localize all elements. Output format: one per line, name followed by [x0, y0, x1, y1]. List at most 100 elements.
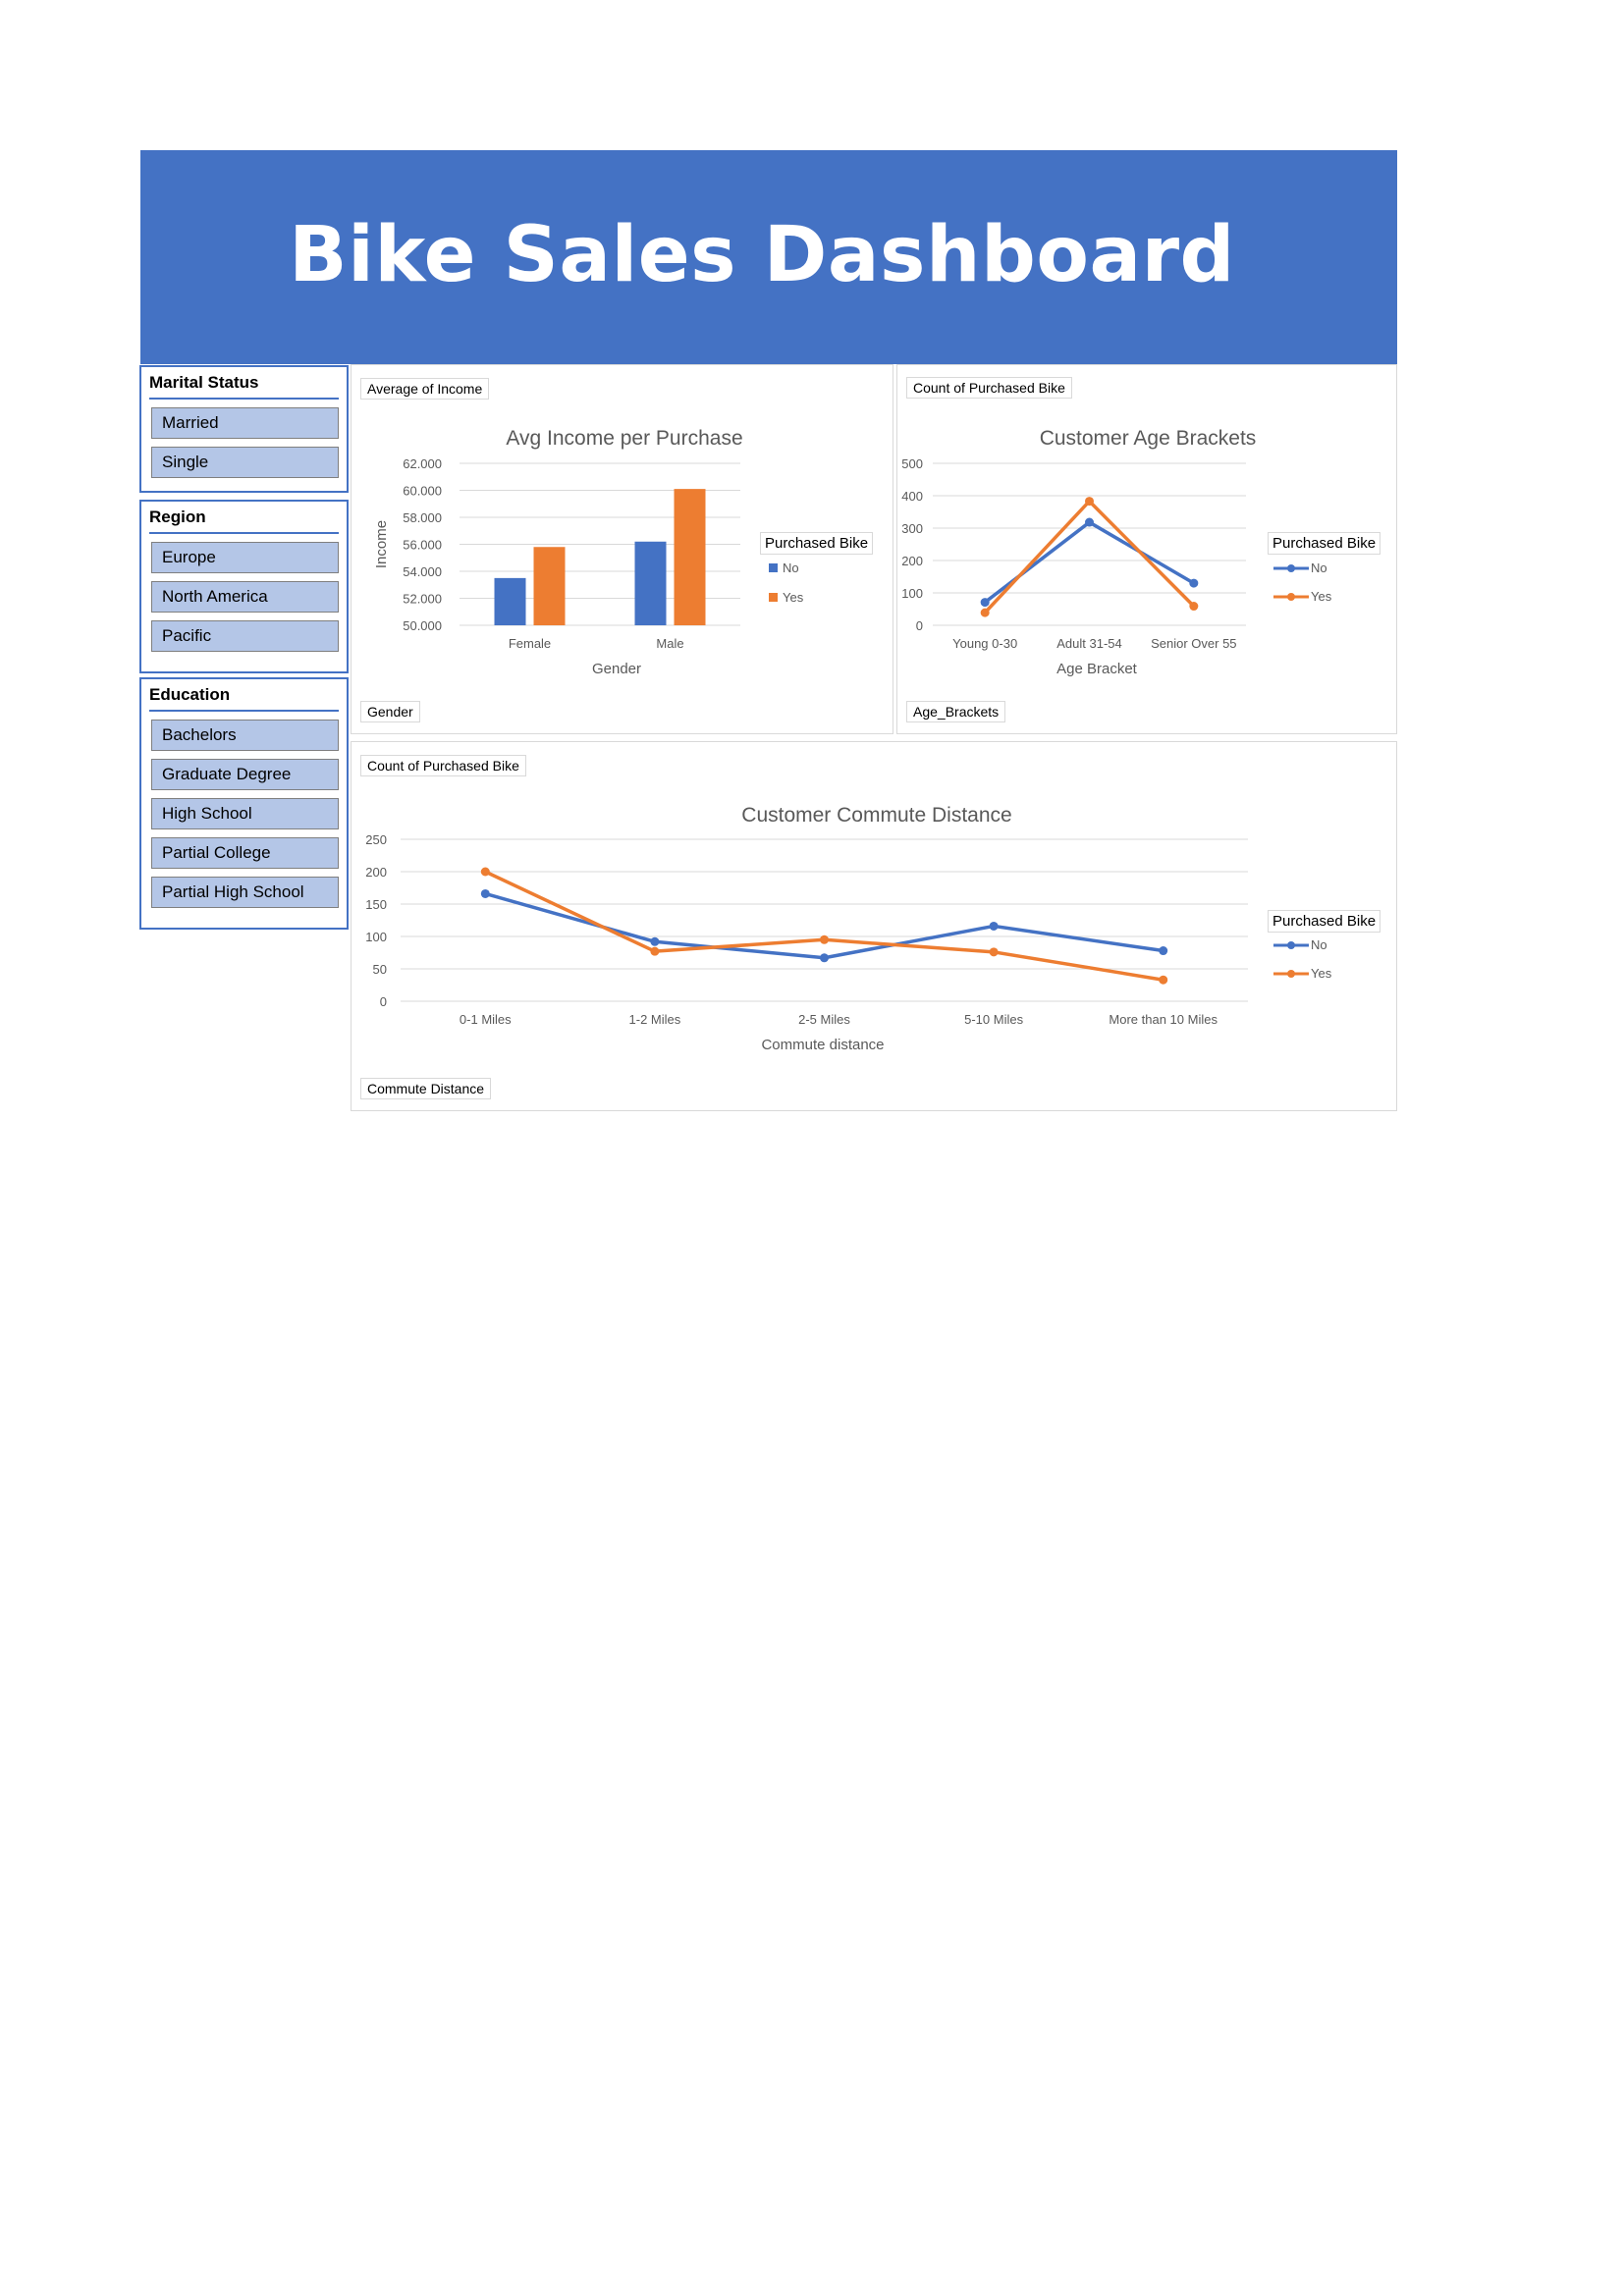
legend-item-yes: Yes [769, 590, 803, 605]
value-field-button[interactable]: Count of Purchased Bike [360, 755, 526, 776]
point-no [820, 953, 829, 963]
y-tick-label: 100 [365, 930, 387, 944]
chart-panel-income: Average of Income Gender Avg Income per … [351, 364, 893, 734]
point-no [650, 936, 660, 946]
legend-item-yes: Yes [1273, 966, 1331, 981]
legend-line-no [1273, 563, 1309, 572]
y-tick-label: 50.000 [403, 618, 442, 633]
x-tick-label: Adult 31-54 [1056, 636, 1122, 651]
x-axis-title: Age Bracket [1056, 661, 1138, 677]
x-tick-label: More than 10 Miles [1109, 1012, 1218, 1027]
y-tick-label: 250 [365, 832, 387, 847]
slicer-title: Education [149, 685, 339, 712]
series-line-no [484, 891, 1164, 960]
legend-title: Purchased Bike [1268, 910, 1381, 933]
y-tick-label: 50 [373, 962, 387, 977]
series-line-yes [484, 870, 1164, 982]
y-axis-title: Income [373, 520, 390, 568]
slicer-title: Region [149, 507, 339, 534]
x-tick-label: 5-10 Miles [964, 1012, 1023, 1027]
slicer-region: Region Europe North America Pacific [139, 500, 349, 673]
legend-line-no [1273, 940, 1309, 949]
chart-title: Avg Income per Purchase [506, 427, 742, 450]
value-field-button[interactable]: Count of Purchased Bike [906, 377, 1072, 399]
slicer-item-partial-college[interactable]: Partial College [151, 837, 339, 869]
legend-swatch-yes [769, 593, 778, 602]
x-tick-label: 1-2 Miles [629, 1012, 681, 1027]
x-tick-label: 0-1 Miles [460, 1012, 512, 1027]
point-no [480, 888, 490, 898]
point-no [989, 921, 999, 931]
dashboard-title: Bike Sales Dashboard [289, 211, 1235, 299]
x-axis-title: Commute distance [761, 1037, 884, 1053]
point-no [980, 598, 990, 608]
legend-label-yes: Yes [1311, 589, 1332, 604]
point-no [1159, 946, 1168, 956]
slicer-item-north-america[interactable]: North America [151, 581, 339, 613]
bar-no [494, 577, 526, 625]
slicer-marital-status: Marital Status Married Single [139, 365, 349, 493]
point-yes [1189, 602, 1199, 612]
point-yes [650, 946, 660, 956]
y-tick-label: 200 [901, 554, 923, 568]
y-tick-label: 500 [901, 456, 923, 471]
y-tick-label: 60.000 [403, 484, 442, 499]
y-tick-label: 52.000 [403, 592, 442, 607]
point-yes [820, 934, 829, 944]
value-field-button[interactable]: Average of Income [360, 378, 490, 400]
x-tick-label: Female [509, 636, 551, 651]
legend-title: Purchased Bike [760, 532, 874, 555]
legend-label-no: No [783, 561, 799, 575]
series-line-no [984, 520, 1195, 604]
point-yes [1085, 497, 1094, 507]
point-yes [480, 867, 490, 877]
x-tick-label: 2-5 Miles [798, 1012, 850, 1027]
y-tick-label: 54.000 [403, 564, 442, 579]
x-tick-label: Senior Over 55 [1151, 636, 1236, 651]
slicer-title: Marital Status [149, 373, 339, 400]
y-tick-label: 400 [901, 489, 923, 504]
legend-label-yes: Yes [783, 590, 804, 605]
x-tick-label: Male [656, 636, 683, 651]
chart-panel-age: Count of Purchased Bike Age_Brackets Cus… [896, 364, 1397, 734]
x-axis-title: Gender [592, 661, 641, 677]
slicer-item-graduate-degree[interactable]: Graduate Degree [151, 759, 339, 790]
y-tick-label: 150 [365, 897, 387, 912]
legend-label-no: No [1311, 937, 1327, 952]
y-tick-label: 0 [916, 618, 923, 633]
chart-panel-commute: Count of Purchased Bike Commute Distance… [351, 741, 1397, 1111]
point-yes [980, 608, 990, 617]
slicer-item-europe[interactable]: Europe [151, 542, 339, 573]
commute-line-chart: Customer Commute Distance 0 50 100 150 200 250… [365, 804, 1248, 1053]
legend-title: Purchased Bike [1268, 532, 1381, 555]
y-tick-label: 300 [901, 521, 923, 536]
y-tick-label: 56.000 [403, 538, 442, 553]
y-tick-label: 62.000 [403, 456, 442, 471]
chart-title: Customer Age Brackets [1040, 427, 1257, 450]
y-tick-label: 58.000 [403, 510, 442, 525]
point-no [1085, 517, 1094, 527]
y-tick-label: 100 [901, 586, 923, 601]
legend-swatch-no [769, 563, 778, 572]
legend-item-no: No [1273, 561, 1327, 575]
dashboard-banner: Bike Sales Dashboard [140, 150, 1397, 364]
bar-yes [533, 547, 566, 625]
legend-item-no: No [769, 561, 799, 575]
slicer-education: Education Bachelors Graduate Degree High… [139, 677, 349, 930]
bar-yes [674, 489, 706, 625]
chart-title: Customer Commute Distance [741, 804, 1011, 827]
income-bar-chart: Avg Income per Purchase 50.000 52.000 54.00… [373, 427, 743, 677]
bar-no [634, 541, 667, 625]
slicer-item-married[interactable]: Married [151, 407, 339, 439]
point-no [1189, 578, 1199, 588]
slicer-item-single[interactable]: Single [151, 447, 339, 478]
point-yes [989, 947, 999, 957]
slicer-item-bachelors[interactable]: Bachelors [151, 720, 339, 751]
legend-line-yes [1273, 592, 1309, 601]
legend-label-yes: Yes [1311, 966, 1332, 981]
x-tick-label: Young 0-30 [952, 636, 1017, 651]
y-tick-label: 200 [365, 865, 387, 880]
slicer-item-partial-high-school[interactable]: Partial High School [151, 877, 339, 908]
slicer-item-high-school[interactable]: High School [151, 798, 339, 829]
slicer-item-pacific[interactable]: Pacific [151, 620, 339, 652]
